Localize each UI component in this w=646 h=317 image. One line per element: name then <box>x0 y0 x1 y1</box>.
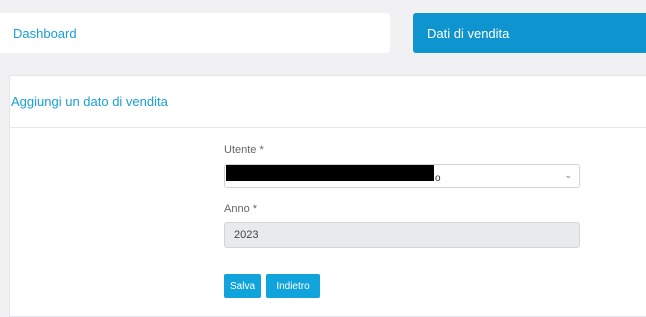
back-button[interactable]: Indietro <box>266 274 320 298</box>
year-field-label: Anno * <box>224 203 258 215</box>
nav-tab-sales-data-label: Dati di vendita <box>427 25 510 41</box>
add-sales-data-panel: Aggiungi un dato di vendita Utente * o ⌄… <box>9 75 646 317</box>
redacted-user-name <box>226 165 434 181</box>
panel-header: Aggiungi un dato di vendita <box>10 76 646 128</box>
panel-title: Aggiungi un dato di vendita <box>11 94 168 109</box>
nav-tab-sales-data[interactable]: Dati di vendita <box>413 13 646 53</box>
nav-tab-dashboard-label: Dashboard <box>13 25 77 41</box>
chevron-down-icon: ⌄ <box>564 170 572 180</box>
user-field-label: Utente * <box>224 144 264 156</box>
nav-tab-dashboard[interactable]: Dashboard <box>0 13 390 53</box>
user-select[interactable]: o ⌄ <box>224 164 580 188</box>
save-button[interactable]: Salva <box>224 274 261 298</box>
user-select-value: o <box>435 173 441 184</box>
year-input-value: 2023 <box>234 229 259 241</box>
year-input[interactable]: 2023 <box>224 222 580 248</box>
